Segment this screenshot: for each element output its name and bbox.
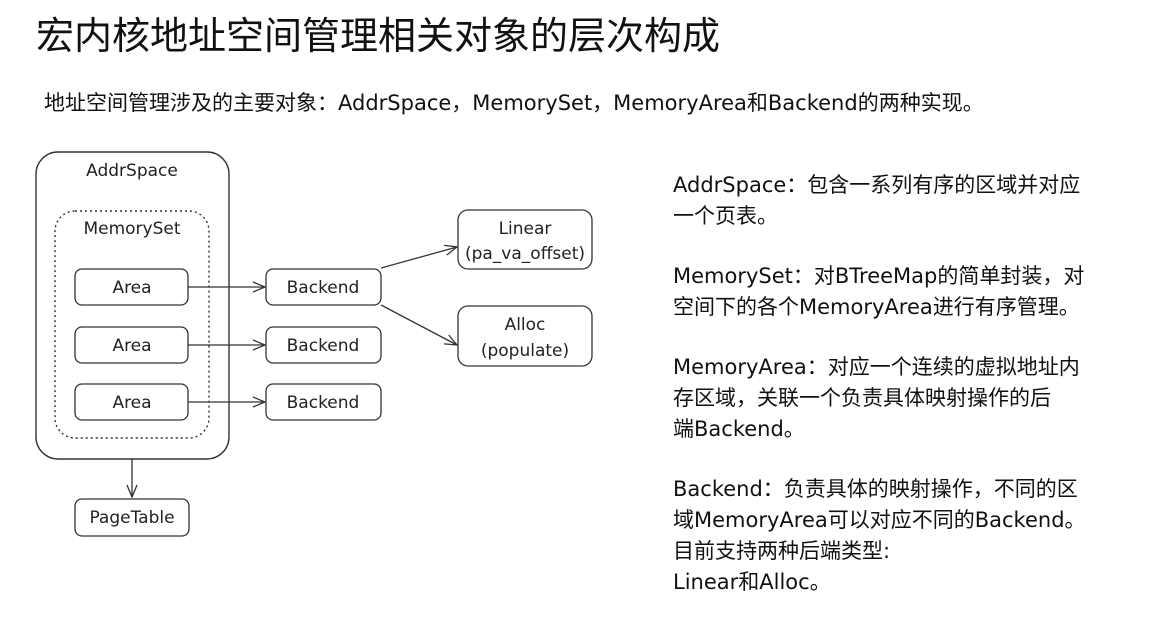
memoryarea-description: MemoryArea：对应一个连续的虚拟地址内 存区域，关联一个负责具体映射操作… <box>673 352 1153 445</box>
description-line: 一个页表。 <box>673 204 778 228</box>
hierarchy-diagram: AddrSpace MemorySet Area Area Area Backe… <box>35 151 593 537</box>
area-label: Area <box>112 278 151 298</box>
backend-label: Backend <box>287 393 360 413</box>
linear-sublabel: (pa_va_offset) <box>465 244 585 264</box>
addrspace-description: AddrSpace：包含一系列有序的区域并对应 一个页表。 <box>673 170 1153 232</box>
description-line: 域MemoryArea可以对应不同的Backend。 <box>673 508 1086 532</box>
backend-label: Backend <box>287 336 360 356</box>
description-line: 空间下的各个MemoryArea进行有序管理。 <box>673 295 1080 319</box>
pagetable-label: PageTable <box>89 508 174 528</box>
arrow-backend-to-alloc <box>380 304 457 345</box>
backend-description: Backend：负责具体的映射操作，不同的区 域MemoryArea可以对应不同… <box>673 474 1153 598</box>
description-line: 存区域，关联一个负责具体映射操作的后 <box>673 386 1051 410</box>
area-label: Area <box>112 336 151 356</box>
description-line: Linear和Alloc。 <box>673 570 831 594</box>
alloc-label: Alloc <box>505 315 546 335</box>
description-line: MemoryArea：对应一个连续的虚拟地址内 <box>673 355 1080 379</box>
memoryset-label: MemorySet <box>83 219 180 239</box>
arrow-backend-to-linear <box>380 247 457 269</box>
description-line: Backend：负责具体的映射操作，不同的区 <box>673 477 1078 501</box>
description-line: MemorySet：对BTreeMap的简单封装，对 <box>673 264 1085 288</box>
backend-label: Backend <box>287 278 360 298</box>
description-line: 端Backend。 <box>673 417 805 441</box>
description-line: 目前支持两种后端类型: <box>673 539 891 563</box>
memoryset-description: MemorySet：对BTreeMap的简单封装，对 空间下的各个MemoryA… <box>673 261 1153 323</box>
addrspace-label: AddrSpace <box>86 161 178 181</box>
linear-label: Linear <box>499 219 552 239</box>
description-line: AddrSpace：包含一系列有序的区域并对应 <box>673 173 1081 197</box>
description-panel: AddrSpace：包含一系列有序的区域并对应 一个页表。 MemorySet：… <box>673 170 1153 627</box>
area-label: Area <box>112 393 151 413</box>
alloc-sublabel: (populate) <box>481 341 569 361</box>
